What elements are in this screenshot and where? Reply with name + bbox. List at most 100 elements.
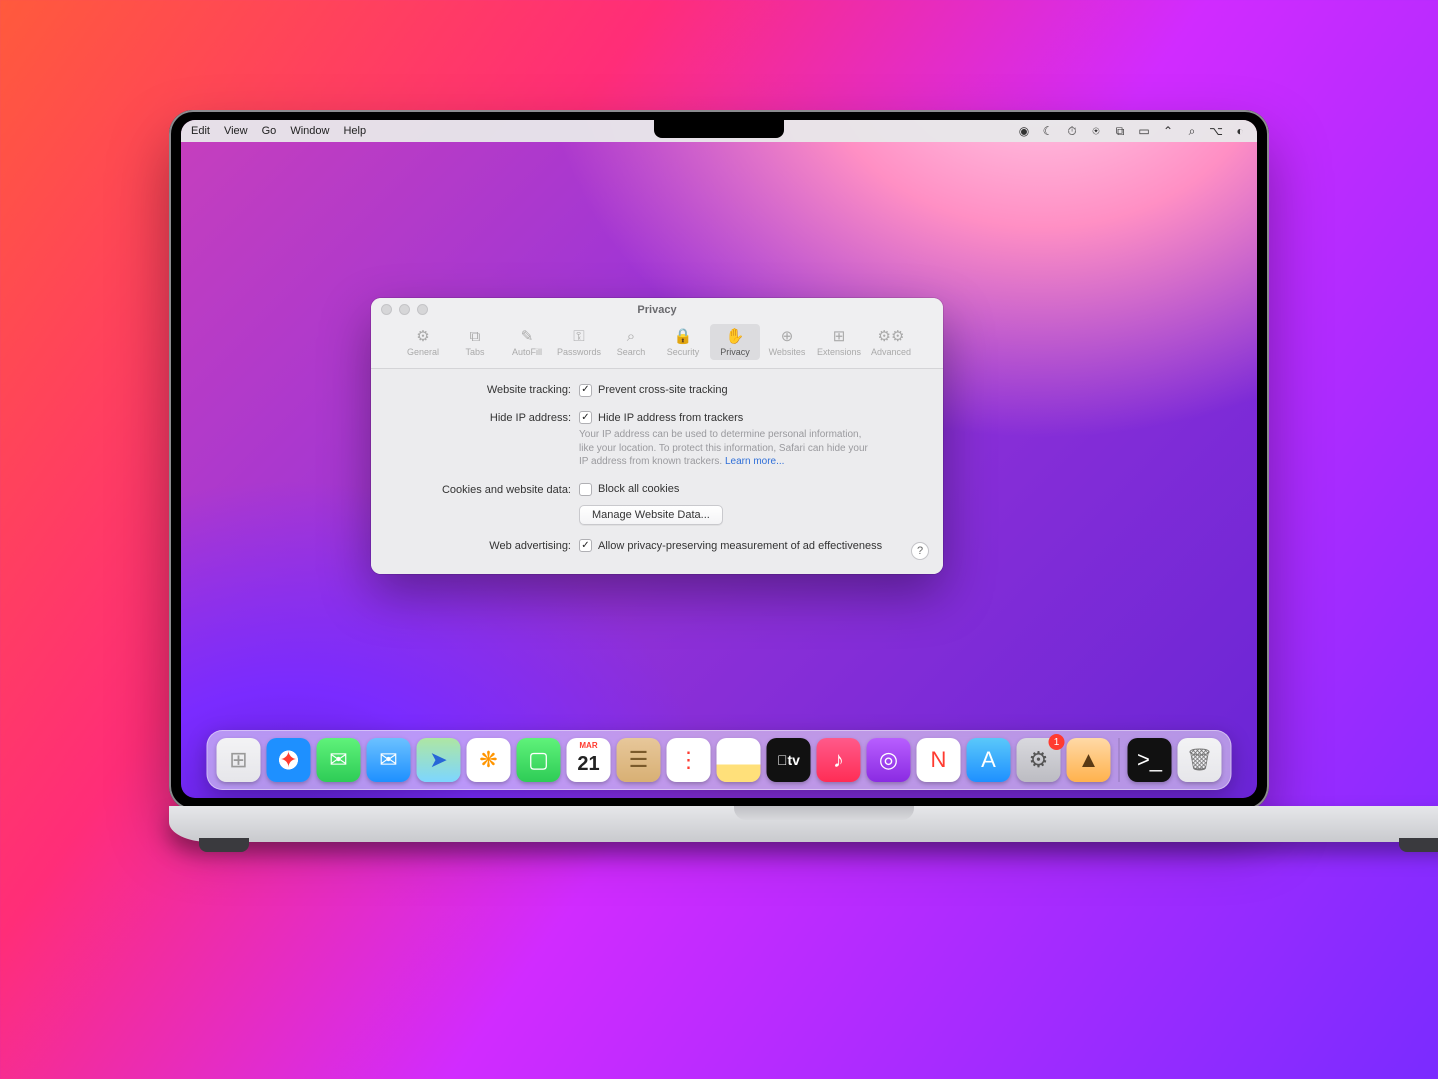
dock: ⊞ ✦ ✉ ✉ ➤ ❋ ▢ MAR 21 ☰⋮ tv♪◎ N A ⚙1 ▲ >_🗑 [207,730,1232,790]
laptop-screen-bezel: Edit View Go Window Help ◉ ☾ ⏱ ⍟ ⧉ ▭ ⌃ ⌕… [169,110,1269,810]
label-web-advertising: Web advertising: [391,539,571,552]
label-cookies: Cookies and website data: [391,483,571,496]
tab-general[interactable]: ⚙ General [398,324,448,360]
minimize-button[interactable] [399,304,410,315]
window-titlebar[interactable]: Privacy [371,298,943,322]
checkbox-prevent-cross-site[interactable]: Prevent cross-site tracking [579,384,728,397]
facetime-glyph: ▢ [528,747,549,773]
dock-news[interactable]: N [917,738,961,782]
close-button[interactable] [381,304,392,315]
dock-messages[interactable]: ✉ [317,738,361,782]
messages-glyph: ✉ [329,747,347,773]
dock-safari[interactable]: ✦ [267,738,311,782]
tab-autofill[interactable]: ✎ AutoFill [502,324,552,360]
zoom-button[interactable] [417,304,428,315]
dock-badge: 1 [1049,734,1065,750]
dock-photos[interactable]: ❋ [467,738,511,782]
tab-search[interactable]: ⌕ Search [606,324,656,360]
checkbox-icon [579,384,592,397]
status-battery-icon[interactable]: ▭ [1137,124,1151,138]
dock-tv[interactable]: tv [767,738,811,782]
appstore-glyph: A [981,747,996,773]
dock-trash[interactable]: 🗑 [1178,738,1222,782]
settings-glyph: ⚙ [1029,747,1049,773]
dock-music[interactable]: ♪ [817,738,861,782]
checkbox-icon [579,483,592,496]
news-glyph: N [931,747,947,773]
dock-calendar[interactable]: MAR 21 [567,738,611,782]
learn-more-link[interactable]: Learn more... [725,456,784,467]
menu-view[interactable]: View [224,125,248,137]
calendar-day-label: 21 [577,753,599,776]
menu-window[interactable]: Window [290,125,329,137]
status-user-icon[interactable]: ⍟ [1089,124,1103,138]
puzzle-icon: ⊞ [814,327,864,345]
laptop-foot-left [199,838,249,852]
tab-advanced[interactable]: ⚙⚙ Advanced [866,324,916,360]
tabs-icon: ⧉ [450,327,500,345]
manage-website-data-button[interactable]: Manage Website Data... [579,505,723,525]
cleanmymac-glyph: ▲ [1078,747,1100,773]
tab-search-label: Search [606,347,656,357]
menu-help[interactable]: Help [343,125,366,137]
dock-settings[interactable]: ⚙1 [1017,738,1061,782]
dock-launchpad[interactable]: ⊞ [217,738,261,782]
lock-icon: 🔒 [658,327,708,345]
status-copy-icon[interactable]: ⧉ [1113,124,1127,138]
status-search-icon[interactable]: ⌕ [1185,124,1199,138]
desktop: Edit View Go Window Help ◉ ☾ ⏱ ⍟ ⧉ ▭ ⌃ ⌕… [181,120,1257,798]
menu-edit[interactable]: Edit [191,125,210,137]
checkbox-hide-ip[interactable]: Hide IP address from trackers [579,411,743,424]
dock-reminders[interactable]: ⋮ [667,738,711,782]
tab-websites-label: Websites [762,347,812,357]
dock-facetime[interactable]: ▢ [517,738,561,782]
dock-appstore[interactable]: A [967,738,1011,782]
helptext-body: Your IP address can be used to determine… [579,429,868,467]
dock-cleanmymac[interactable]: ▲ [1067,738,1111,782]
status-siri-icon[interactable]: ◐ [1233,124,1247,138]
globe-icon: ⊕ [762,327,812,345]
photos-glyph: ❋ [479,747,497,773]
dock-podcasts[interactable]: ◎ [867,738,911,782]
dock-notes[interactable] [717,738,761,782]
status-control-icon[interactable]: ⌥ [1209,124,1223,138]
gears-icon: ⚙⚙ [866,327,916,345]
checkbox-label: Allow privacy-preserving measurement of … [598,540,882,552]
status-wifi-icon[interactable]: ⌃ [1161,124,1175,138]
tab-privacy-label: Privacy [710,347,760,357]
tab-autofill-label: AutoFill [502,347,552,357]
checkbox-label: Prevent cross-site tracking [598,384,728,396]
laptop-foot-right [1399,838,1438,852]
launchpad-glyph: ⊞ [229,747,247,773]
mail-glyph: ✉ [379,747,397,773]
tab-extensions-label: Extensions [814,347,864,357]
tab-general-label: General [398,347,448,357]
tab-tabs-label: Tabs [450,347,500,357]
row-website-tracking: Website tracking: Prevent cross-site tra… [391,383,923,397]
tab-privacy[interactable]: ✋ Privacy [710,324,760,360]
tab-tabs[interactable]: ⧉ Tabs [450,324,500,360]
dock-mail[interactable]: ✉ [367,738,411,782]
dock-contacts[interactable]: ☰ [617,738,661,782]
checkbox-block-cookies[interactable]: Block all cookies [579,483,679,496]
status-moon-icon[interactable]: ☾ [1041,124,1055,138]
checkbox-ad-measurement[interactable]: Allow privacy-preserving measurement of … [579,539,882,552]
helptext-hide-ip: Your IP address can be used to determine… [579,428,869,469]
safari-glyph: ✦ [279,747,297,773]
calendar-month-label: MAR [567,741,611,750]
dock-maps[interactable]: ➤ [417,738,461,782]
tab-passwords[interactable]: ⚿ Passwords [554,324,604,360]
status-clock-icon[interactable]: ⏱ [1065,124,1079,138]
tab-security[interactable]: 🔒 Security [658,324,708,360]
tab-websites[interactable]: ⊕ Websites [762,324,812,360]
row-web-advertising: Web advertising: Allow privacy-preservin… [391,539,923,553]
status-record-icon[interactable]: ◉ [1017,124,1031,138]
dock-separator [1119,738,1120,782]
tab-extensions[interactable]: ⊞ Extensions [814,324,864,360]
menu-go[interactable]: Go [262,125,277,137]
checkbox-label: Hide IP address from trackers [598,412,743,424]
help-button[interactable]: ? [911,542,929,560]
dock-terminal[interactable]: >_ [1128,738,1172,782]
menubar-right: ◉ ☾ ⏱ ⍟ ⧉ ▭ ⌃ ⌕ ⌥ ◐ [1017,124,1247,138]
label-website-tracking: Website tracking: [391,383,571,396]
